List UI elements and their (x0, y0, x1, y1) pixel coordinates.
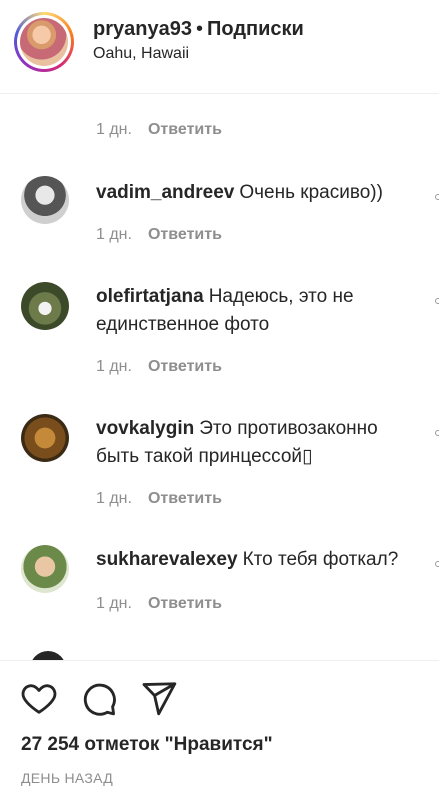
commenter-avatar[interactable] (21, 282, 69, 330)
comment-time: 1 дн. (96, 226, 132, 243)
author-username[interactable]: pryanya93 (93, 18, 192, 40)
like-comment-icon[interactable] (435, 430, 439, 436)
reply-button[interactable]: Ответить (148, 595, 222, 612)
next-commenter-avatar[interactable] (30, 651, 66, 660)
heart-icon[interactable] (20, 679, 58, 717)
comment-time: 1 дн. (96, 490, 132, 507)
comment-body: Кто тебя фоткал? (242, 549, 399, 570)
post-location[interactable]: Oahu, Hawaii (93, 45, 189, 63)
comment-time: 1 дн. (96, 358, 132, 375)
commenter-avatar[interactable] (21, 414, 69, 462)
comment-time: 1 дн. (96, 595, 132, 612)
reply-button[interactable]: Ответить (148, 226, 222, 243)
comment-meta: 1 дн. Ответить (96, 595, 222, 613)
comment-meta: 1 дн. Ответить (96, 226, 222, 244)
comment-meta: 1 дн. Ответить (96, 358, 222, 376)
header-title: pryanya93 • Подписки (93, 18, 304, 41)
comment-meta: 1 дн. Ответить (96, 490, 222, 508)
follow-status-button[interactable]: Подписки (207, 18, 304, 40)
author-avatar[interactable] (14, 12, 74, 72)
comment-meta: 1 дн. Ответить (96, 121, 222, 139)
reply-button[interactable]: Ответить (148, 358, 222, 375)
comment-text: vovkalygin Это противозаконно быть такой … (96, 415, 421, 471)
comment-time: 1 дн. (96, 121, 132, 138)
reply-button[interactable]: Ответить (148, 121, 222, 138)
like-comment-icon[interactable] (435, 298, 439, 304)
likes-count[interactable]: 27 254 отметок "Нравится" (21, 734, 273, 756)
post-time: ДЕНЬ НАЗАД (21, 770, 114, 786)
like-comment-icon[interactable] (435, 561, 439, 567)
comments-list[interactable]: 1 дн. Ответить vadim_andreev Очень красиво… (0, 95, 439, 660)
comment-icon[interactable] (80, 679, 118, 717)
comment-text: vadim_andreev Очень красиво)) (96, 179, 421, 207)
comment-text: sukharevalexey Кто тебя фоткал? (96, 546, 421, 574)
commenter-avatar[interactable] (21, 176, 69, 224)
commenter-username[interactable]: olefirtatjana (96, 286, 204, 307)
commenter-username[interactable]: vovkalygin (96, 418, 194, 439)
comment-text: olefirtatjana Надеюсь, это не единственно… (96, 283, 421, 339)
commenter-username[interactable]: vadim_andreev (96, 182, 234, 203)
header-separator: • (195, 18, 203, 40)
like-comment-icon[interactable] (435, 194, 439, 200)
reply-button[interactable]: Ответить (148, 490, 222, 507)
commenter-username[interactable]: sukharevalexey (96, 549, 238, 570)
commenter-avatar[interactable] (21, 545, 69, 593)
post-header: pryanya93 • Подписки Oahu, Hawaii (0, 0, 439, 94)
comment-body: Очень красиво)) (239, 182, 383, 203)
post-actions: 27 254 отметок "Нравится" ДЕНЬ НАЗАД (0, 660, 439, 795)
share-icon[interactable] (140, 679, 178, 717)
